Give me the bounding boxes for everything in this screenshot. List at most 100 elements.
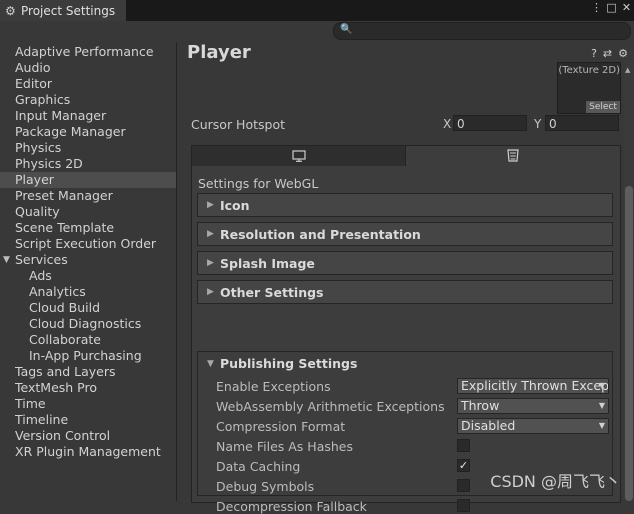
help-icon[interactable]: ? — [591, 47, 597, 60]
sidebar-item-label: Player — [15, 172, 54, 187]
sidebar-item[interactable]: Version Control — [0, 428, 176, 444]
window-tab[interactable]: ⚙ Project Settings — [0, 0, 126, 21]
gear-icon: ⚙ — [5, 3, 16, 18]
debug-symbols-checkbox[interactable] — [457, 479, 470, 492]
dropdown-value: Disabled — [461, 418, 516, 433]
sidebar-item-label: Editor — [15, 76, 52, 91]
page-title: Player — [187, 42, 251, 63]
scrollbar-thumb[interactable] — [625, 186, 633, 501]
sidebar-item[interactable]: Physics — [0, 140, 176, 156]
sidebar-item[interactable]: Time — [0, 396, 176, 412]
sidebar-item-label: Script Execution Order — [15, 236, 157, 251]
sidebar-item-label: Package Manager — [15, 124, 126, 139]
cursor-texture-field[interactable]: (Texture 2D) Select — [557, 62, 621, 114]
sidebar-item-label: Ads — [29, 268, 52, 283]
wasm-arithmetic-exceptions-dropdown[interactable]: Throw ▼ — [457, 398, 609, 414]
section-other-settings[interactable]: ▶ Other Settings — [197, 280, 613, 304]
enable-exceptions-dropdown[interactable]: Explicitly Thrown Exceptions Only ▼ — [457, 378, 609, 394]
sidebar-item-label: Version Control — [15, 428, 111, 443]
sidebar-item[interactable]: Package Manager — [0, 124, 176, 140]
chevron-down-icon: ▼ — [598, 421, 605, 430]
sidebar-item[interactable]: Editor — [0, 76, 176, 92]
sidebar-item[interactable]: Quality — [0, 204, 176, 220]
section-splash-image[interactable]: ▶ Splash Image — [197, 251, 613, 275]
tab-webgl[interactable] — [406, 146, 620, 166]
sidebar-item[interactable]: Collaborate — [0, 332, 176, 348]
sidebar-item-label: Adaptive Performance — [15, 44, 154, 59]
sidebar-item[interactable]: Audio — [0, 60, 176, 76]
cursor-hotspot-x-input[interactable]: 0 — [453, 115, 527, 131]
sidebar-item[interactable]: XR Plugin Management — [0, 444, 176, 460]
search-input[interactable]: 🔍 — [333, 22, 631, 40]
sidebar-item[interactable]: Player — [0, 172, 176, 188]
sidebar-item-label: Scene Template — [15, 220, 115, 235]
sidebar-item-label: Collaborate — [29, 332, 101, 347]
sidebar-item[interactable]: In-App Purchasing — [0, 348, 176, 364]
tab-standalone[interactable] — [192, 146, 406, 166]
sidebar-item[interactable]: Physics 2D — [0, 156, 176, 172]
name-files-as-hashes-checkbox[interactable] — [457, 439, 470, 452]
sidebar-item[interactable]: Scene Template — [0, 220, 176, 236]
search-row: 🔍 — [0, 21, 634, 43]
window-controls: ⋮ □ ✕ — [591, 2, 632, 13]
sidebar-item-label: TextMesh Pro — [15, 380, 97, 395]
search-icon: 🔍 — [340, 24, 353, 35]
foldout-down-icon[interactable]: ▼ — [3, 252, 10, 268]
vertical-scrollbar[interactable]: ▲ — [624, 60, 634, 501]
section-resolution-and-presentation[interactable]: ▶ Resolution and Presentation — [197, 222, 613, 246]
sidebar-item[interactable]: Ads — [0, 268, 176, 284]
sidebar-item[interactable]: TextMesh Pro — [0, 380, 176, 396]
wasm-arithmetic-exceptions-label: WebAssembly Arithmetic Exceptions — [216, 399, 445, 414]
cursor-hotspot-label: Cursor Hotspot — [191, 117, 286, 132]
sidebar-item-label: Input Manager — [15, 108, 107, 123]
sidebar-item[interactable]: Analytics — [0, 284, 176, 300]
sidebar-item[interactable]: Script Execution Order — [0, 236, 176, 252]
foldout-down-icon[interactable]: ▼ — [207, 359, 214, 369]
data-caching-checkbox[interactable]: ✓ — [457, 459, 470, 472]
sidebar: Adaptive Performance Audio Editor Graphics I… — [0, 42, 177, 501]
scroll-up-icon[interactable]: ▲ — [625, 66, 630, 74]
sidebar-item-label: Preset Manager — [15, 188, 113, 203]
chevron-down-icon: ▼ — [598, 401, 605, 410]
sidebar-item-label: Physics — [15, 140, 62, 155]
sidebar-item[interactable]: Adaptive Performance — [0, 44, 176, 60]
preset-icon[interactable]: ⇄ — [603, 47, 612, 60]
sidebar-item-label: Quality — [15, 204, 60, 219]
webgl-icon — [507, 149, 519, 162]
platform-settings-panel: Settings for WebGL ▶ Icon ▶ Resolution a… — [191, 145, 621, 514]
sidebar-item-label: In-App Purchasing — [29, 348, 142, 363]
sidebar-item[interactable]: Timeline — [0, 412, 176, 428]
sidebar-item[interactable]: Cloud Build — [0, 300, 176, 316]
sidebar-item-label: Physics 2D — [15, 156, 83, 171]
sidebar-item[interactable]: Tags and Layers — [0, 364, 176, 380]
maximize-icon[interactable]: □ — [606, 2, 617, 13]
header-icons: ? ⇄ ⚙ — [591, 47, 628, 60]
sidebar-item-label: Graphics — [15, 92, 71, 107]
sidebar-item-label: Audio — [15, 60, 51, 75]
name-files-as-hashes-label: Name Files As Hashes — [216, 439, 353, 454]
section-icon[interactable]: ▶ Icon — [197, 193, 613, 217]
foldout-right-icon: ▶ — [207, 229, 214, 239]
window-title: Project Settings — [21, 3, 116, 18]
cursor-hotspot-y-label: Y — [534, 117, 542, 131]
foldout-right-icon: ▶ — [207, 200, 214, 210]
sidebar-item[interactable]: Input Manager — [0, 108, 176, 124]
section-title: Splash Image — [220, 256, 315, 271]
sidebar-item-label: Cloud Diagnostics — [29, 316, 142, 331]
sidebar-item-label: Analytics — [29, 284, 86, 299]
compression-format-dropdown[interactable]: Disabled ▼ — [457, 418, 609, 434]
menu-icon[interactable]: ⋮ — [591, 2, 602, 13]
texture-type-label: (Texture 2D) — [558, 65, 620, 76]
sidebar-item[interactable]: Preset Manager — [0, 188, 176, 204]
title-bar: ⚙ Project Settings ⋮ □ ✕ — [0, 0, 634, 21]
sidebar-item[interactable]: ▼ Services — [0, 252, 176, 268]
section-title[interactable]: Publishing Settings — [220, 356, 357, 371]
close-icon[interactable]: ✕ — [621, 2, 632, 13]
settings-gear-icon[interactable]: ⚙ — [618, 47, 628, 60]
sidebar-item[interactable]: Cloud Diagnostics — [0, 316, 176, 332]
sidebar-item[interactable]: Graphics — [0, 92, 176, 108]
checkmark-icon: ✓ — [458, 459, 469, 472]
cursor-hotspot-y-input[interactable]: 0 — [545, 115, 619, 131]
foldout-right-icon: ▶ — [207, 287, 214, 297]
texture-select-button[interactable]: Select — [586, 101, 620, 113]
